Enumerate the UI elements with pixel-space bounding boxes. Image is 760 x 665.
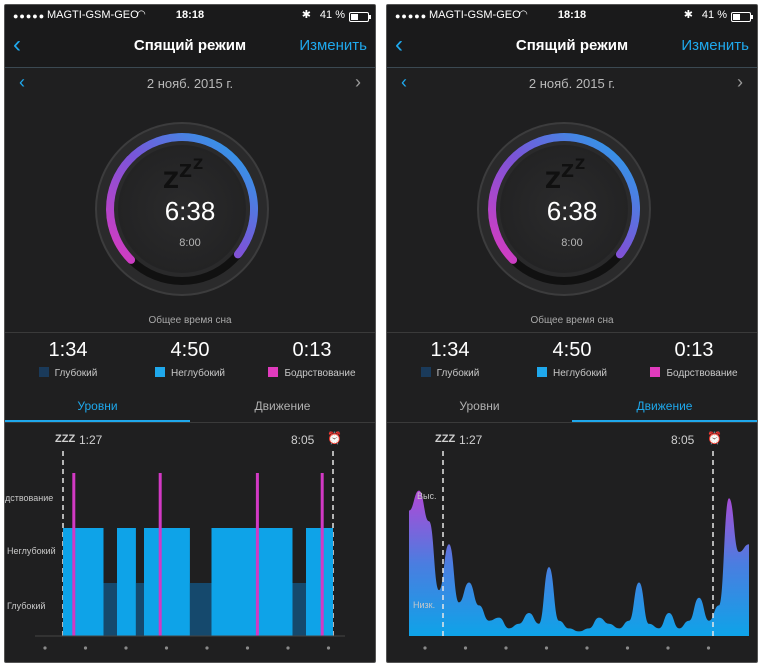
deep-sleep-value: 1:34 (430, 339, 470, 361)
next-date-icon[interactable]: › (355, 72, 361, 93)
total-sleep-value: 6:38 (546, 196, 598, 226)
stat-light: 4:50 Неглубокий (130, 339, 250, 379)
x-axis-dot (706, 646, 711, 650)
awake-mark (320, 473, 324, 636)
tab-levels[interactable]: Уровни (5, 390, 190, 422)
chart-tabs: Уровни Движение (5, 390, 375, 422)
x-axis-dot (423, 646, 427, 650)
edit-button[interactable]: Изменить (681, 37, 749, 54)
bluetooth-icon: ✱ (683, 9, 693, 21)
battery-percent: 41 % (319, 9, 345, 21)
light-sleep-value: 4:50 (170, 339, 210, 361)
bluetooth-icon: ✱ (301, 9, 311, 21)
status-bar: ●●●●● MAGTI-GSM-GEO ◠ 18:18 ✱ 41 % (5, 5, 375, 25)
light-sleep-label: Неглубокий (171, 368, 225, 379)
next-date-icon[interactable]: › (737, 72, 743, 93)
deep-swatch (420, 367, 431, 377)
deep-sleep-label: Глубокий (54, 368, 98, 379)
x-axis-dot (326, 646, 331, 650)
light-swatch (537, 367, 547, 377)
total-sleep-caption: Общее время сна (530, 315, 614, 326)
light-sleep-bar (144, 528, 190, 636)
sleep-levels-chart (35, 451, 345, 650)
awake-label: Бодрствование (284, 368, 356, 379)
divider (387, 332, 757, 333)
x-axis-dot (245, 646, 250, 650)
date-selector: ‹ 2 нояб. 2015 г. › (387, 68, 757, 100)
chart-tabs: Уровни Движение (387, 390, 757, 422)
phone-screen-levels: ●●●●● MAGTI-GSM-GEO ◠ 18:18 ✱ 41 % ‹ Спя… (4, 4, 376, 663)
x-axis-dot (286, 646, 290, 650)
light-sleep-bar (211, 528, 293, 636)
x-axis-dot (43, 646, 47, 650)
awake-swatch (650, 367, 661, 377)
x-axis-dot (585, 646, 589, 650)
x-axis-dot (504, 646, 508, 650)
battery-icon (349, 12, 371, 22)
y-label-deep: Глубокий (7, 601, 46, 611)
navigation-bar: ‹ Спящий режим Изменить (387, 25, 757, 68)
x-axis-dot (83, 646, 88, 650)
deep-sleep-bar (135, 583, 144, 636)
deep-sleep-value: 1:34 (48, 339, 88, 361)
x-axis-dot (124, 646, 128, 650)
battery-percent: 41 % (701, 9, 727, 21)
sleep-goal-value: 8:00 (179, 237, 201, 249)
awake-value: 0:13 (292, 339, 332, 361)
light-sleep-value: 4:50 (552, 339, 592, 361)
light-sleep-bar (306, 528, 333, 636)
awake-mark (255, 473, 259, 636)
deep-sleep-bar (189, 583, 212, 636)
light-sleep-bar (63, 528, 104, 636)
y-label-light: Неглубокий (7, 546, 56, 556)
stat-awake: 0:13 Бодрствование (252, 339, 372, 379)
deep-sleep-label: Глубокий (436, 368, 480, 379)
date-selector: ‹ 2 нояб. 2015 г. › (5, 68, 375, 100)
awake-label: Бодрствование (666, 368, 738, 379)
navigation-bar: ‹ Спящий режим Изменить (5, 25, 375, 68)
x-axis-dot (666, 646, 670, 650)
movement-area (409, 490, 749, 636)
y-label-awake: дствование (5, 493, 54, 503)
x-axis-dot (463, 646, 468, 650)
total-sleep-caption: Общее время сна (148, 315, 232, 326)
battery-icon (731, 12, 753, 22)
deep-swatch (38, 367, 49, 377)
stat-awake: 0:13 Бодрствование (634, 339, 754, 379)
deep-sleep-bar (292, 583, 306, 636)
sleep-zzz-icon: Z Z Z (545, 157, 586, 194)
tab-movement[interactable]: Движение (572, 390, 757, 422)
stat-deep: 1:34 Глубокий (8, 339, 128, 379)
date-label: 2 нояб. 2015 г. (146, 76, 234, 91)
light-swatch (155, 367, 165, 377)
tab-levels[interactable]: Уровни (387, 390, 572, 422)
x-axis-dot (625, 646, 630, 650)
light-sleep-label: Неглубокий (553, 368, 607, 379)
y-label-low: Низк. (413, 600, 436, 610)
total-sleep-value: 6:38 (164, 196, 216, 226)
deep-sleep-bar (103, 583, 117, 636)
awake-mark (72, 473, 76, 636)
movement-chart (409, 451, 749, 650)
y-label-high: Выс. (417, 491, 437, 501)
sleep-zzz-icon: Z Z Z (163, 157, 204, 194)
awake-swatch (268, 367, 279, 377)
date-label: 2 нояб. 2015 г. (528, 76, 616, 91)
light-sleep-bar (117, 528, 136, 636)
x-axis-dot (205, 646, 209, 650)
x-axis-dot (164, 646, 169, 650)
sleep-goal-value: 8:00 (561, 237, 583, 249)
awake-mark (158, 473, 162, 636)
stat-light: 4:50 Неглубокий (512, 339, 632, 379)
edit-button[interactable]: Изменить (299, 37, 367, 54)
awake-value: 0:13 (674, 339, 714, 361)
tab-movement[interactable]: Движение (190, 390, 375, 422)
phone-screen-movement: ●●●●● MAGTI-GSM-GEO ◠ 18:18 ✱ 41 % ‹ Спя… (386, 4, 758, 663)
divider (5, 332, 375, 333)
x-axis-dot (544, 646, 549, 650)
status-bar: ●●●●● MAGTI-GSM-GEO ◠ 18:18 ✱ 41 % (387, 5, 757, 25)
stat-deep: 1:34 Глубокий (390, 339, 510, 379)
